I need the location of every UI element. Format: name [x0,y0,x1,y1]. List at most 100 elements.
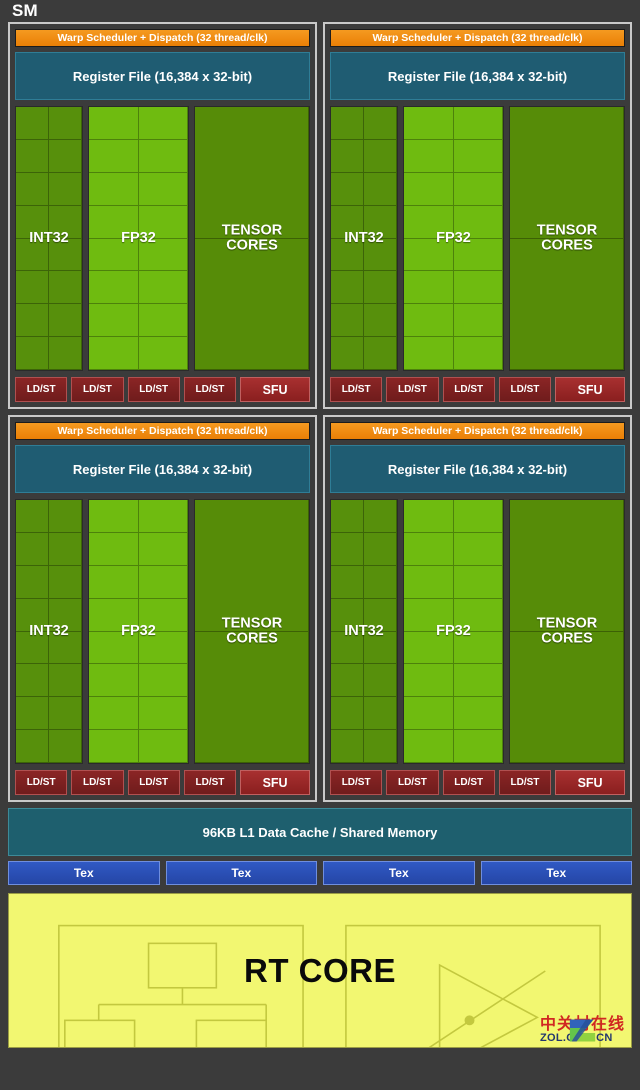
unit-cell [404,172,454,206]
processing-block: Warp Scheduler + Dispatch (32 thread/clk… [8,22,317,409]
ldst-unit: LD/ST [498,377,552,402]
unit-cell [16,532,49,566]
unit-cell [89,304,139,338]
unit-cell [89,337,139,370]
unit-cell [404,238,454,272]
processing-block: Warp Scheduler + Dispatch (32 thread/clk… [8,415,317,802]
unit-cell [16,107,49,140]
ldst-unit: LD/ST [442,770,495,795]
unit-cell [453,139,503,173]
unit-cell [49,664,82,698]
unit-cell [49,139,82,173]
ldst-sfu-row: LD/ST LD/ST LD/ST LD/ST SFU [330,770,625,795]
unit-cell [453,238,503,272]
ldst-unit: LD/ST [127,770,180,795]
tex-unit: Tex [165,861,317,885]
unit-cell [49,730,82,763]
sm-diagram: SM Warp Scheduler + Dispatch (32 thread/… [0,0,640,1090]
ldst-unit: LD/ST [183,770,237,795]
unit-cell [16,598,49,632]
unit-cell [16,697,49,731]
unit-cell [49,271,82,305]
unit-cell [364,500,397,533]
sfu-unit: SFU [555,770,625,795]
unit-cell [195,500,309,632]
ldst-unit: LD/ST [15,377,68,402]
unit-cell [138,565,188,599]
unit-cell [404,697,454,731]
unit-cell [49,304,82,338]
ldst-sfu-row: LD/ST LD/ST LD/ST LD/ST SFU [15,377,310,402]
unit-cell [364,271,397,305]
unit-cell [364,139,397,173]
unit-cell [331,107,364,140]
unit-cell [195,107,309,239]
unit-cell [453,565,503,599]
unit-cell [49,565,82,599]
unit-cell [331,304,364,338]
unit-cell [16,565,49,599]
unit-tensor-cores: TENSOR CORES [509,106,625,371]
unit-cell [49,205,82,239]
unit-cell [16,205,49,239]
unit-cell [16,238,49,272]
unit-cell [331,205,364,239]
unit-cell [331,337,364,370]
l1-data-cache: 96KB L1 Data Cache / Shared Memory [8,808,632,856]
zol-z-logo [569,1019,596,1042]
ldst-unit: LD/ST [442,377,495,402]
unit-cell [404,139,454,173]
unit-cell [404,565,454,599]
unit-cell [364,205,397,239]
unit-cell [89,664,139,698]
watermark: 中关村在线 ZOL.COM.CN [540,1017,625,1044]
unit-cell [49,697,82,731]
warp-scheduler-bar: Warp Scheduler + Dispatch (32 thread/clk… [15,422,310,440]
unit-cell [510,500,624,632]
rt-core-label: RT CORE [244,951,396,989]
ldst-unit: LD/ST [330,377,383,402]
unit-cell [89,172,139,206]
tex-unit: Tex [323,861,475,885]
unit-cell [16,271,49,305]
processing-blocks-grid: Warp Scheduler + Dispatch (32 thread/clk… [8,22,632,802]
unit-cell [195,238,309,370]
unit-cell [453,271,503,305]
unit-cell [49,631,82,665]
unit-cell [404,271,454,305]
unit-cell [49,532,82,566]
ldst-sfu-row: LD/ST LD/ST LD/ST LD/ST SFU [15,770,310,795]
unit-cell [89,532,139,566]
unit-cell [89,500,139,533]
unit-cell [364,631,397,665]
unit-cell [364,304,397,338]
tex-unit: Tex [8,861,160,885]
unit-cell [138,598,188,632]
unit-cell [331,238,364,272]
unit-cell [404,107,454,140]
tex-unit: Tex [480,861,632,885]
ldst-unit: LD/ST [15,770,68,795]
unit-cell [49,500,82,533]
unit-cell [138,304,188,338]
unit-cell [138,238,188,272]
unit-cell [331,139,364,173]
unit-cell [16,500,49,533]
unit-cell [404,205,454,239]
unit-cell [49,172,82,206]
unit-cell [404,500,454,533]
unit-cell [404,631,454,665]
unit-cell [331,565,364,599]
unit-cell [453,631,503,665]
unit-cell [331,172,364,206]
unit-cell [453,532,503,566]
unit-int32: INT32 [330,499,398,764]
unit-cell [49,598,82,632]
unit-fp32: FP32 [403,106,504,371]
sfu-unit: SFU [240,770,310,795]
unit-cell [16,337,49,370]
tex-units-row: Tex Tex Tex Tex [8,861,632,885]
unit-cell [364,664,397,698]
unit-cell [364,172,397,206]
unit-cell [331,500,364,533]
